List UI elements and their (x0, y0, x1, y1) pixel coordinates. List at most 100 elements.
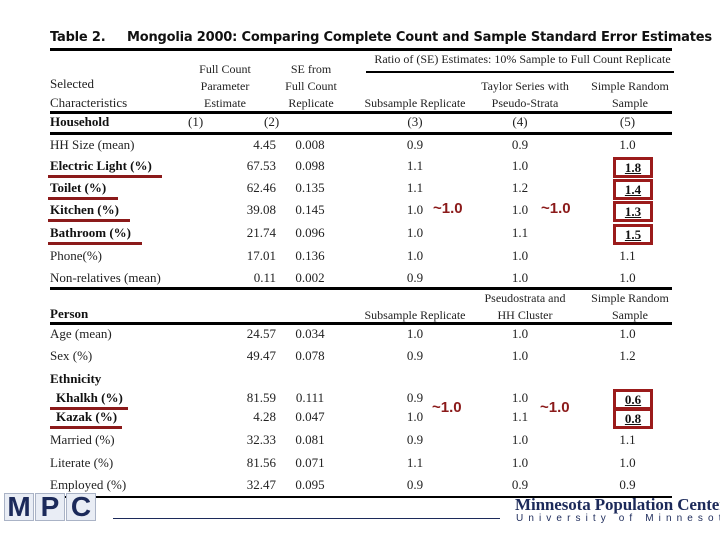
approx-annotation-col3-person: ~1.0 (432, 399, 462, 416)
section-rule (50, 132, 672, 135)
full-count-estimate: 0.11 (253, 270, 276, 285)
se-full-count-replicate: 0.135 (295, 180, 325, 195)
ratio-simple-random-sample: 1.0 (619, 326, 636, 341)
ratio-taylor-series: 1.1 (511, 225, 529, 240)
table-label: Table 2. (50, 30, 106, 45)
ratio-taylor-series: 1.0 (511, 158, 529, 173)
highlighted-ratio-srs: 1.3 (613, 201, 653, 222)
header-line: Characteristics (50, 95, 128, 110)
ratio-taylor-series: 1.2 (511, 180, 529, 195)
highlighted-ratio-srs: 1.5 (613, 224, 653, 245)
header-rule (50, 111, 672, 114)
highlight-underline (48, 197, 118, 200)
se-full-count-replicate: 0.008 (295, 137, 325, 152)
row-label: Literate (%) (50, 455, 114, 470)
header-line: Simple Random (591, 291, 669, 305)
col3-header: Subsample Replicate (364, 96, 466, 110)
ratio-subsample-replicate: 1.1 (406, 180, 424, 195)
row-label: Bathroom (%) (50, 225, 132, 240)
row-label: HH Size (mean) (50, 137, 135, 152)
approx-annotation-col4-person: ~1.0 (540, 399, 570, 416)
full-count-estimate: 24.57 (246, 326, 276, 341)
row-label: Kazak (%) (56, 409, 118, 424)
header-line: Selected (50, 76, 95, 91)
header-line: Estimate (204, 96, 246, 110)
header-line: Taylor Series with (481, 79, 569, 93)
header-line: Parameter (200, 79, 250, 93)
ratio-simple-random-sample: 0.9 (619, 477, 636, 492)
row-label: Khalkh (%) (56, 390, 123, 405)
full-count-estimate: 32.47 (246, 477, 276, 492)
col-number-5: (5) (619, 114, 636, 129)
header-line: Pseudo-Strata (491, 96, 559, 110)
full-count-estimate: 39.08 (246, 202, 276, 217)
ratio-subsample-replicate: 0.9 (406, 390, 424, 405)
ratio-subsample-replicate: 1.0 (406, 409, 424, 424)
col-number-3: (3) (407, 114, 423, 129)
section-person: Person (50, 306, 89, 321)
highlight-underline (50, 426, 122, 429)
person-col5-header: Simple Random Sample (575, 290, 685, 324)
ratio-subsample-replicate: 0.9 (406, 348, 424, 363)
header-line: Full Count (199, 62, 251, 76)
full-count-estimate: 4.28 (253, 409, 276, 424)
se-full-count-replicate: 0.096 (295, 225, 325, 240)
full-count-estimate: 81.59 (246, 390, 276, 405)
header-line: Pseudostrata and (484, 291, 566, 305)
highlight-underline (48, 175, 162, 178)
ratio-group-rule (366, 71, 674, 73)
row-label: Sex (%) (50, 348, 93, 363)
row-label: Married (%) (50, 432, 115, 447)
highlight-underline (48, 242, 142, 245)
ratio-simple-random-sample: 1.0 (619, 455, 636, 470)
se-full-count-replicate: 0.047 (295, 409, 325, 424)
ratio-simple-random-sample: 1.1 (619, 432, 636, 447)
row-label: Phone(%) (50, 248, 102, 263)
col-number-1: (1) (188, 114, 204, 129)
se-full-count-replicate: 0.081 (295, 432, 325, 447)
ratio-subsample-replicate: 1.0 (406, 202, 424, 217)
ratio-taylor-series: 1.0 (511, 326, 529, 341)
ratio-subsample-replicate: 1.0 (406, 248, 424, 263)
highlighted-ratio-srs: 0.8 (613, 408, 653, 429)
mpc-logo-c: C (66, 493, 96, 521)
full-count-estimate: 4.45 (253, 137, 276, 152)
ratio-taylor-series: 1.0 (511, 455, 529, 470)
ratio-taylor-series: 1.1 (511, 409, 529, 424)
se-full-count-replicate: 0.095 (295, 477, 325, 492)
header-line: Full Count (285, 79, 337, 93)
ratio-subsample-replicate: 0.9 (406, 270, 424, 285)
col4-header: Taylor Series with Pseudo-Strata (470, 78, 580, 112)
ratio-subsample-replicate: 0.9 (406, 477, 424, 492)
ratio-group-header: Ratio of (SE) Estimates: 10% Sample to F… (374, 52, 671, 66)
highlighted-ratio-srs: 1.4 (613, 179, 653, 200)
full-count-estimate: 81.56 (246, 455, 276, 470)
ratio-subsample-replicate: 1.0 (406, 326, 424, 341)
se-full-count-replicate: 0.145 (295, 202, 325, 217)
header-line: Sample (612, 96, 648, 110)
se-full-count-replicate: 0.071 (295, 455, 325, 470)
highlight-underline (48, 219, 130, 222)
ratio-taylor-series: 1.0 (511, 390, 529, 405)
header-line: Simple Random (591, 79, 669, 93)
col5-header: Simple Random Sample (575, 78, 685, 112)
full-count-estimate: 49.47 (246, 348, 276, 363)
col-number-4: (4) (512, 114, 528, 129)
ratio-taylor-series: 1.0 (511, 248, 529, 263)
header-line: Replicate (288, 96, 334, 110)
se-full-count-replicate: 0.136 (295, 248, 325, 263)
ratio-subsample-replicate: 0.9 (406, 137, 424, 152)
full-count-estimate: 62.46 (246, 180, 276, 195)
ratio-subsample-replicate: 1.0 (406, 225, 424, 240)
row-label: Toilet (%) (50, 180, 107, 195)
person-header-rule (50, 322, 672, 325)
col2-header: SE from Full Count Replicate (266, 61, 356, 112)
full-count-estimate: 17.01 (246, 248, 276, 263)
ratio-taylor-series: 1.0 (511, 432, 529, 447)
row-label: Kitchen (%) (50, 202, 119, 217)
org-subtitle: University of Minnesota (516, 513, 720, 524)
col1-header: Full Count Parameter Estimate (180, 61, 270, 112)
ethnicity-label: Ethnicity (50, 371, 102, 386)
ratio-simple-random-sample: 1.1 (619, 248, 636, 263)
ratio-taylor-series: 1.0 (511, 202, 529, 217)
